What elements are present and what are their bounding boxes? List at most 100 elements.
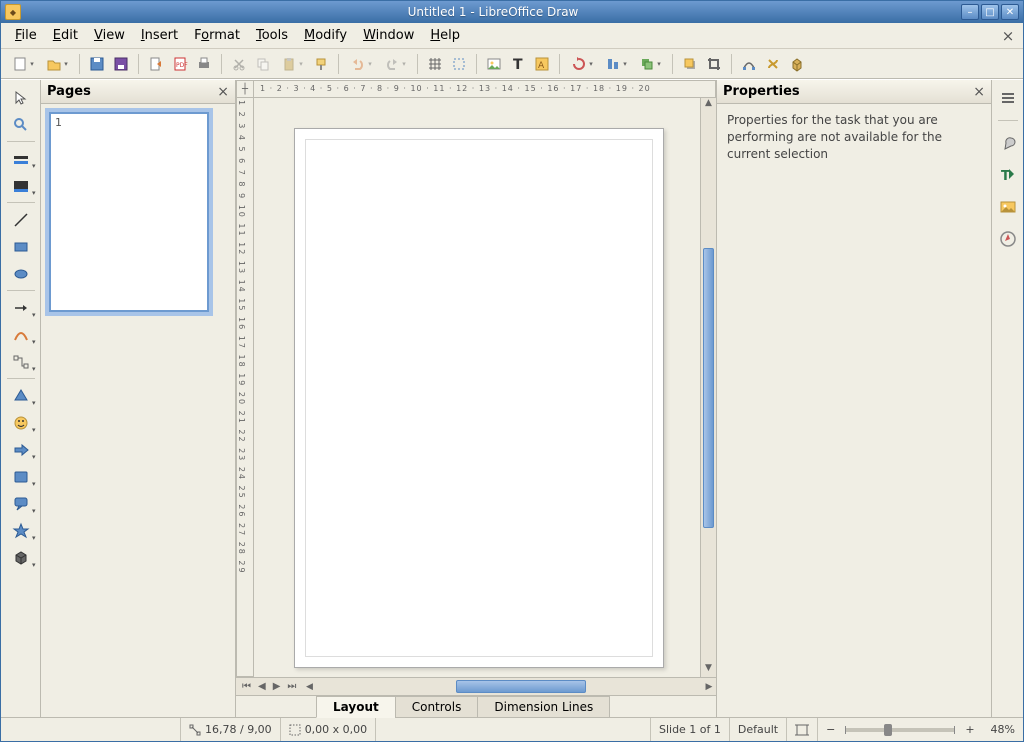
sidebar-settings-icon[interactable] — [996, 86, 1020, 110]
symbol-shapes-tool[interactable] — [4, 409, 38, 436]
app-icon — [5, 4, 21, 20]
scroll-right-arrow[interactable]: ▶ — [702, 678, 716, 695]
vertical-ruler[interactable]: 1 2 3 4 5 6 7 8 9 10 11 12 13 14 15 16 1… — [236, 98, 254, 677]
select-tool[interactable] — [4, 84, 38, 111]
star-tool[interactable] — [4, 517, 38, 544]
fill-color-tool[interactable] — [4, 172, 38, 199]
svg-text:T: T — [513, 57, 523, 72]
line-tool[interactable] — [4, 206, 38, 233]
snap-lines-button[interactable] — [448, 53, 470, 75]
scroll-up-arrow[interactable]: ▲ — [701, 98, 716, 112]
tab-layout[interactable]: Layout — [316, 696, 396, 718]
undo-button[interactable]: ▾ — [345, 53, 377, 75]
menu-tools[interactable]: Tools — [248, 25, 296, 46]
3d-object-tool[interactable] — [4, 544, 38, 571]
rotate-button[interactable]: ▾ — [566, 53, 598, 75]
close-window-button[interactable]: ✕ — [1001, 4, 1019, 20]
ellipse-tool[interactable] — [4, 260, 38, 287]
basic-shapes-tool[interactable] — [4, 382, 38, 409]
page-thumbnail-1[interactable]: 1 — [49, 112, 209, 312]
sidebar-navigator-icon[interactable] — [996, 227, 1020, 251]
next-sheet-button[interactable]: ▶ — [271, 681, 283, 692]
zoom-fit-button[interactable] — [787, 718, 818, 741]
sidebar-properties-icon[interactable] — [996, 131, 1020, 155]
menu-view[interactable]: View — [86, 25, 133, 46]
menu-file[interactable]: File — [7, 25, 45, 46]
status-bar: 16,78 / 9,00 0,00 x 0,00 Slide 1 of 1 De… — [1, 717, 1023, 741]
scroll-down-arrow[interactable]: ▼ — [701, 663, 716, 677]
menu-window[interactable]: Window — [355, 25, 422, 46]
rectangle-tool[interactable] — [4, 233, 38, 260]
ruler-origin[interactable]: ┼ — [236, 80, 254, 98]
fontwork-button[interactable]: A — [531, 53, 553, 75]
connector-tool[interactable] — [4, 348, 38, 375]
pages-panel-title: Pages — [47, 84, 91, 99]
insert-textbox-button[interactable]: T — [507, 53, 529, 75]
curve-tool[interactable] — [4, 321, 38, 348]
edit-points-button[interactable] — [738, 53, 760, 75]
status-slide-cell[interactable]: Slide 1 of 1 — [651, 718, 730, 741]
tab-controls[interactable]: Controls — [395, 696, 479, 718]
status-style-cell[interactable]: Default — [730, 718, 787, 741]
save-button[interactable] — [86, 53, 108, 75]
properties-panel-header: Properties × — [717, 80, 991, 104]
clone-formatting-button[interactable] — [310, 53, 332, 75]
page-surface[interactable] — [294, 128, 664, 668]
horizontal-scrollbar[interactable] — [316, 678, 702, 695]
menu-edit[interactable]: Edit — [45, 25, 86, 46]
properties-message: Properties for the task that you are per… — [717, 104, 991, 170]
menu-format[interactable]: Format — [186, 25, 248, 46]
maximize-button[interactable]: □ — [981, 4, 999, 20]
prev-sheet-button[interactable]: ◀ — [256, 681, 268, 692]
cut-button[interactable] — [228, 53, 250, 75]
scroll-left-arrow[interactable]: ◀ — [302, 678, 316, 695]
page-number: 1 — [55, 116, 62, 129]
print-button[interactable] — [193, 53, 215, 75]
zoom-out-button[interactable]: − — [826, 723, 835, 736]
paste-button[interactable]: ▾ — [276, 53, 308, 75]
vertical-scrollbar[interactable]: ▲ ▼ — [700, 98, 716, 677]
last-sheet-button[interactable]: ⏭ — [285, 681, 298, 692]
callout-tool[interactable] — [4, 490, 38, 517]
sidebar-styles-icon[interactable]: T — [996, 163, 1020, 187]
glue-points-button[interactable] — [762, 53, 784, 75]
drawing-canvas[interactable] — [254, 98, 700, 677]
menu-help[interactable]: Help — [422, 25, 468, 46]
minimize-button[interactable]: – — [961, 4, 979, 20]
grid-button[interactable] — [424, 53, 446, 75]
new-document-button[interactable]: ▾ — [7, 53, 39, 75]
vertical-scroll-thumb[interactable] — [703, 248, 714, 528]
zoom-slider[interactable] — [845, 728, 955, 732]
shadow-button[interactable] — [679, 53, 701, 75]
block-arrows-tool[interactable] — [4, 436, 38, 463]
line-color-tool[interactable] — [4, 145, 38, 172]
menu-modify[interactable]: Modify — [296, 25, 355, 46]
insert-image-button[interactable] — [483, 53, 505, 75]
arrange-button[interactable]: ▾ — [634, 53, 666, 75]
zoom-in-button[interactable]: + — [965, 723, 974, 736]
tab-dimension-lines[interactable]: Dimension Lines — [477, 696, 610, 718]
flowchart-tool[interactable] — [4, 463, 38, 490]
first-sheet-button[interactable]: ⏮ — [240, 681, 253, 692]
zoom-slider-thumb[interactable] — [884, 724, 892, 736]
export-button[interactable] — [145, 53, 167, 75]
align-button[interactable]: ▾ — [600, 53, 632, 75]
redo-button[interactable]: ▾ — [379, 53, 411, 75]
zoom-tool[interactable] — [4, 111, 38, 138]
copy-button[interactable] — [252, 53, 274, 75]
open-button[interactable]: ▾ — [41, 53, 73, 75]
export-pdf-button[interactable]: PDF — [169, 53, 191, 75]
properties-panel: Properties × Properties for the task tha… — [716, 80, 991, 717]
zoom-percent[interactable]: 48% — [983, 718, 1023, 741]
horizontal-ruler[interactable]: 1 · 2 · 3 · 4 · 5 · 6 · 7 · 8 · 9 · 10 ·… — [254, 80, 716, 98]
close-document-button[interactable]: × — [999, 27, 1017, 45]
close-pages-panel-button[interactable]: × — [217, 85, 229, 99]
arrow-tool[interactable] — [4, 294, 38, 321]
crop-button[interactable] — [703, 53, 725, 75]
horizontal-scroll-thumb[interactable] — [456, 680, 586, 693]
close-properties-panel-button[interactable]: × — [973, 85, 985, 99]
menu-insert[interactable]: Insert — [133, 25, 186, 46]
save-as-button[interactable] — [110, 53, 132, 75]
extrusion-button[interactable] — [786, 53, 808, 75]
sidebar-gallery-icon[interactable] — [996, 195, 1020, 219]
